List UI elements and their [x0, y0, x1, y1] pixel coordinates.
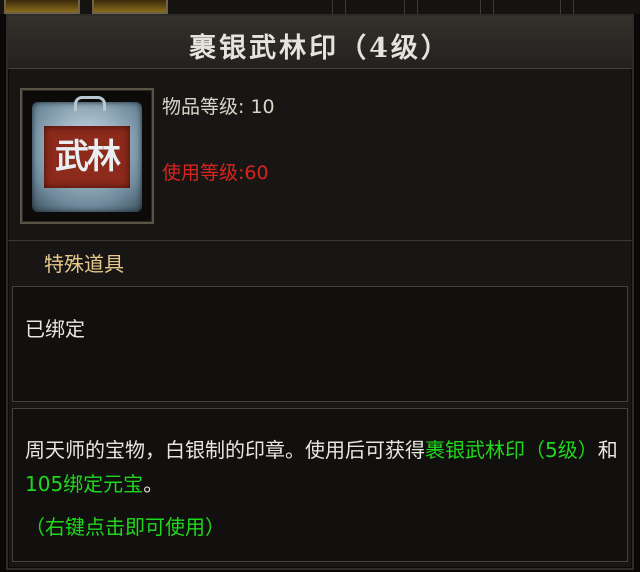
bind-status: 已绑定 [25, 317, 85, 341]
hud-grid-cell [332, 0, 346, 14]
item-icon-frame: 武林 [20, 88, 154, 224]
reward-currency-link: 105绑定元宝 [25, 472, 144, 496]
use-level: 使用等级:60 [162, 162, 269, 184]
seal-face-text: 武林 [44, 126, 130, 188]
item-category: 特殊道具 [44, 252, 124, 276]
hud-grid-cell [480, 0, 494, 14]
description-box: 周天师的宝物，白银制的印章。使用后可获得裹银武林印（5级）和 105绑定元宝。 （… [12, 408, 628, 562]
item-level: 物品等级: 10 [162, 96, 275, 118]
hud-slot-2[interactable] [92, 0, 168, 14]
hud-grid-cell [560, 0, 574, 14]
tooltip-title-bar: 裹银武林印（4级） [8, 16, 632, 69]
description-text: 周天师的宝物，白银制的印章。使用后可获得 [25, 438, 425, 462]
usage-hint: （右键点击即可使用） [25, 515, 225, 539]
hud-grid-cell [404, 0, 418, 14]
divider [8, 240, 632, 241]
description-text: 和 [597, 438, 618, 462]
description-text: 。 [143, 472, 164, 496]
top-hud-strip [0, 0, 640, 14]
bind-status-box: 已绑定 [12, 286, 628, 402]
seal-ring [74, 96, 106, 111]
item-tooltip: 裹银武林印（4级） 武林 物品等级: 10 使用等级:60 特殊道具 已绑定 周… [6, 14, 634, 570]
item-name: 裹银武林印（4级） [189, 33, 451, 64]
reward-item-link: 裹银武林印（5级） [425, 438, 598, 462]
hud-slot-1[interactable] [4, 0, 80, 14]
item-description: 周天师的宝物，白银制的印章。使用后可获得裹银武林印（5级）和 105绑定元宝。 [25, 433, 621, 501]
silver-martial-seal-icon: 武林 [32, 96, 142, 212]
